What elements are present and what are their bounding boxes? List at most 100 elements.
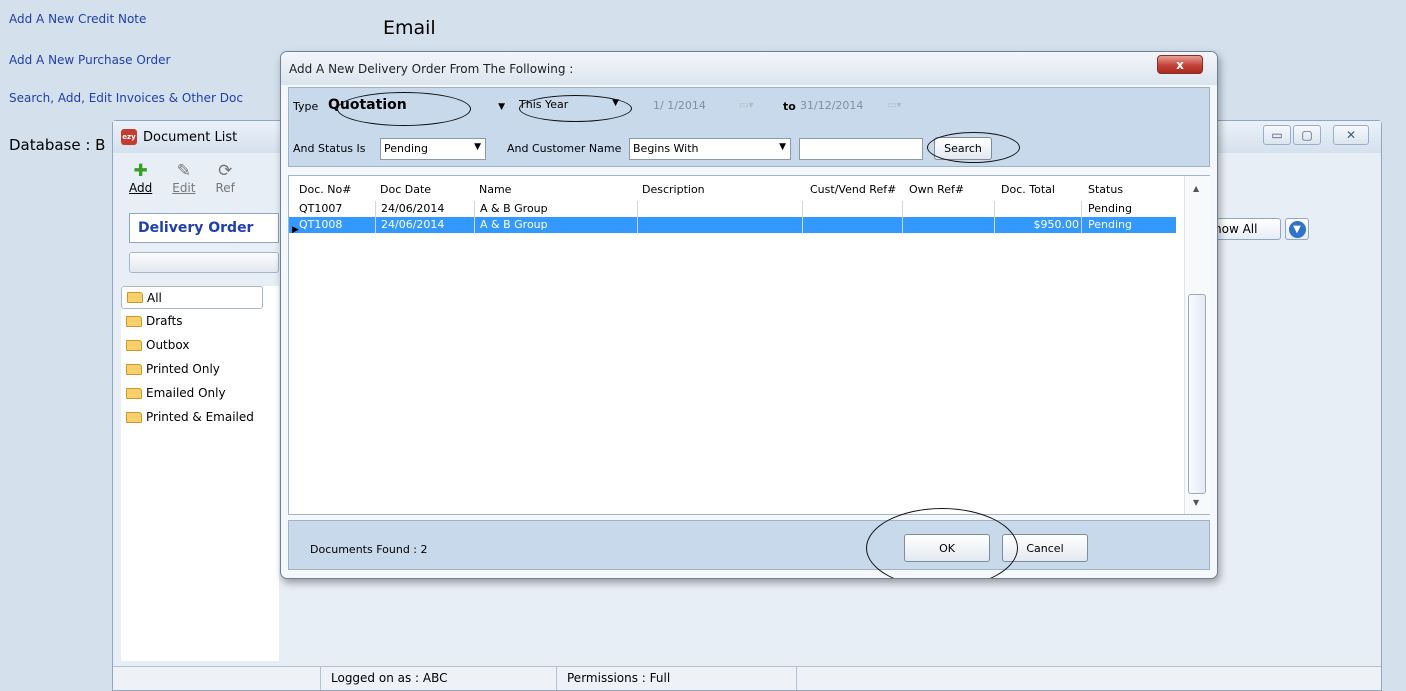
date-cell: 24/06/2014: [375, 217, 444, 233]
database-label: Database : B: [9, 136, 106, 154]
status-cell: Pending: [1081, 217, 1132, 233]
status-select-value: Pending: [384, 142, 428, 155]
chevron-down-icon: ▼: [498, 102, 505, 112]
chevron-down-icon: ▼: [779, 142, 786, 152]
permissions-status: Permissions : Full: [557, 667, 797, 690]
type-label: Type: [293, 100, 319, 113]
doc-no-cell: QT1007: [299, 202, 343, 215]
vertical-scrollbar[interactable]: ▲ ▼: [1184, 176, 1210, 514]
status-bar: Logged on as : ABC Permissions : Full: [113, 666, 1381, 690]
folder-all[interactable]: All: [121, 286, 263, 309]
date-to-field[interactable]: 31/12/2014: [800, 95, 863, 117]
highlight-oval: [519, 95, 632, 122]
customer-match-select[interactable]: Begins With ▼: [629, 138, 791, 160]
edit-button-label: Edit: [172, 181, 196, 195]
to-label: to: [783, 100, 796, 113]
folder-open-icon: [127, 292, 143, 303]
document-list-title: Document List: [143, 129, 238, 145]
folder-printed-only[interactable]: Printed Only: [121, 357, 279, 381]
customer-name-input[interactable]: [799, 138, 923, 160]
navigate-down-button[interactable]: ▼: [1285, 218, 1309, 240]
edit-button[interactable]: ✎ Edit: [172, 161, 195, 195]
folder-icon: [126, 315, 142, 327]
folder-label: Printed & Emailed: [146, 410, 254, 424]
pencil-icon: ✎: [176, 161, 191, 181]
folder-icon: [126, 411, 142, 423]
column-header[interactable]: Own Ref#: [909, 183, 964, 196]
show-all-button[interactable]: how All: [1211, 218, 1281, 240]
highlight-oval: [927, 132, 1020, 163]
scrollbar-thumb[interactable]: [1188, 294, 1206, 494]
grid-header: Doc. No# Doc Date Name Description Cust/…: [289, 182, 1176, 198]
folder-drafts[interactable]: Drafts: [121, 309, 279, 333]
arrow-down-circle-icon: ▼: [1288, 220, 1306, 238]
doc-no-cell: QT1008: [299, 218, 343, 231]
folder-label: All: [147, 290, 162, 305]
total-cell: [994, 201, 1081, 217]
minimize-button[interactable]: ▭: [1263, 125, 1291, 145]
dialog-close-button[interactable]: x: [1157, 55, 1203, 74]
add-delivery-order-dialog: Add A New Delivery Order From The Follow…: [280, 51, 1218, 579]
description-cell: [637, 201, 802, 217]
add-credit-note-link[interactable]: Add A New Credit Note: [9, 12, 146, 26]
folder-icon: [126, 339, 142, 351]
folder-label: Emailed Only: [146, 386, 226, 400]
status-cell: Pending: [1081, 201, 1132, 217]
window-close-button[interactable]: ✕: [1333, 125, 1369, 145]
folder-label: Printed Only: [146, 362, 220, 376]
calendar-icon[interactable]: ▭▾: [739, 100, 761, 116]
table-row[interactable]: QT1007 24/06/2014 A & B Group Pending: [289, 201, 1176, 217]
status-select[interactable]: Pending ▼: [380, 138, 486, 160]
folder-label: Drafts: [146, 314, 183, 328]
scroll-down-icon[interactable]: ▼: [1193, 498, 1199, 507]
column-header[interactable]: Doc. No#: [299, 183, 351, 196]
results-grid: Doc. No# Doc Date Name Description Cust/…: [288, 175, 1210, 515]
folder-printed-emailed[interactable]: Printed & Emailed: [121, 405, 279, 429]
customer-match-value: Begins With: [633, 142, 699, 155]
own-ref-cell: [902, 217, 994, 233]
cust-ref-cell: [802, 201, 902, 217]
filter-bar[interactable]: [129, 252, 279, 273]
scroll-up-icon[interactable]: ▲: [1193, 184, 1199, 193]
documents-found-count: Documents Found : 2: [310, 543, 428, 556]
highlight-oval: [866, 508, 1018, 578]
highlight-oval: [337, 92, 471, 126]
column-header[interactable]: Doc. Total: [1001, 183, 1055, 196]
add-button-label: Add: [129, 181, 153, 195]
toolbar: ✚ Add ✎ Edit ⟳ Ref: [129, 161, 235, 195]
folder-icon: [126, 363, 142, 375]
refresh-icon: ⟳: [218, 161, 233, 181]
cust-ref-cell: [802, 217, 902, 233]
folder-icon: [126, 387, 142, 399]
status-blank: [113, 667, 321, 690]
refresh-button-label: Ref: [215, 181, 235, 195]
add-purchase-order-link[interactable]: Add A New Purchase Order: [9, 53, 170, 67]
own-ref-cell: [902, 201, 994, 217]
maximize-button[interactable]: ▢: [1293, 125, 1321, 145]
refresh-button[interactable]: ⟳ Ref: [215, 161, 234, 195]
dialog-title: Add A New Delivery Order From The Follow…: [281, 52, 1217, 85]
row-pointer-icon: ▶: [292, 225, 299, 235]
column-header[interactable]: Description: [642, 183, 705, 196]
document-type-selector[interactable]: Delivery Order: [129, 213, 279, 243]
folder-emailed-only[interactable]: Emailed Only: [121, 381, 279, 405]
calendar-icon[interactable]: ▭▾: [887, 100, 909, 116]
add-button[interactable]: ✚ Add: [129, 161, 152, 195]
search-invoices-link[interactable]: Search, Add, Edit Invoices & Other Doc: [9, 91, 279, 105]
plus-icon: ✚: [133, 161, 148, 181]
description-cell: [637, 217, 802, 233]
dialog-footer: Documents Found : 2 OK Cancel: [288, 520, 1210, 570]
folder-tree: All Drafts Outbox Printed Only Emailed O…: [121, 286, 279, 661]
date-from-field[interactable]: 1/ 1/2014: [653, 95, 706, 117]
folder-label: Outbox: [146, 338, 190, 352]
column-header[interactable]: Doc Date: [380, 183, 431, 196]
column-header[interactable]: Name: [479, 183, 511, 196]
name-cell: A & B Group: [474, 201, 548, 217]
email-heading: Email: [383, 17, 436, 39]
column-header[interactable]: Cust/Vend Ref#: [810, 183, 896, 196]
date-cell: 24/06/2014: [375, 201, 444, 217]
table-row-selected[interactable]: QT1008 24/06/2014 A & B Group $950.00 Pe…: [289, 217, 1176, 233]
name-cell: A & B Group: [474, 217, 548, 233]
column-header[interactable]: Status: [1088, 183, 1123, 196]
folder-outbox[interactable]: Outbox: [121, 333, 279, 357]
